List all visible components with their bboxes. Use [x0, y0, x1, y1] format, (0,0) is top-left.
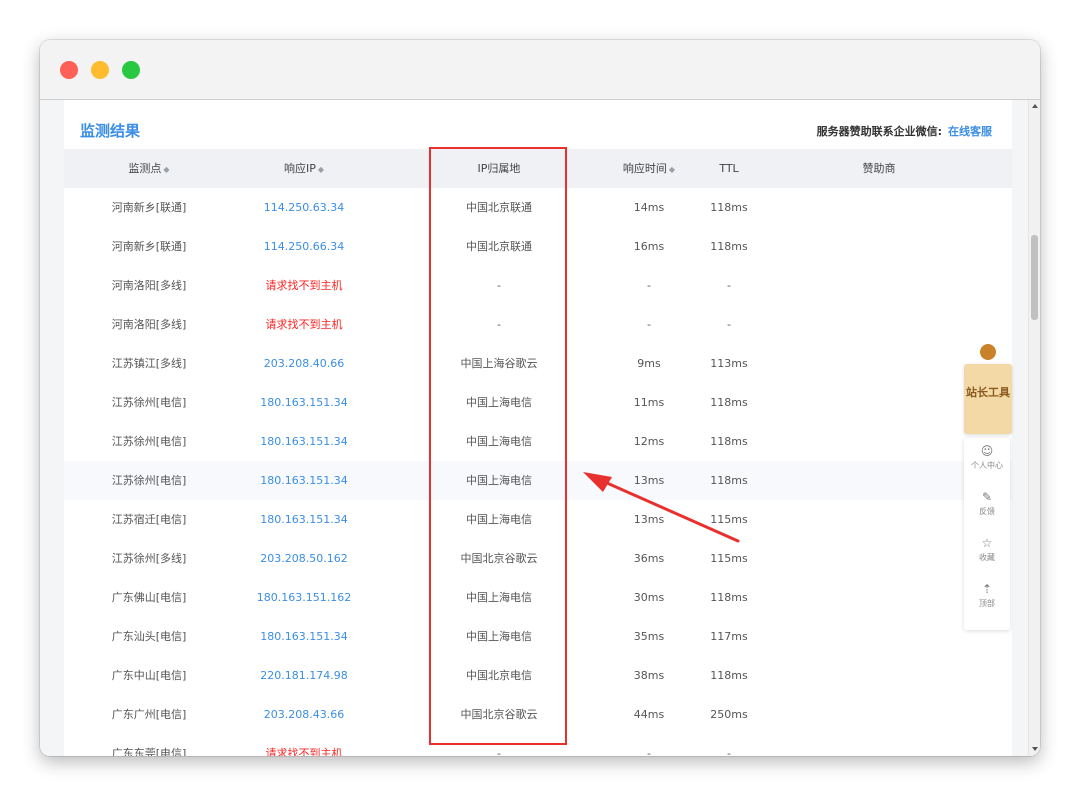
tools-item-label: 反馈 [979, 507, 995, 516]
tools-menu: ☺ 个人中心 ✎ 反馈 ☆ 收藏 ⇡ 顶部 [964, 438, 1010, 630]
webmaster-tools-label: 站长工具 [966, 386, 1010, 399]
user-icon: ☺ [980, 444, 994, 458]
tools-item-feedback[interactable]: ✎ 反馈 [964, 484, 1010, 530]
tools-item-favorite[interactable]: ☆ 收藏 [964, 530, 1010, 576]
feedback-icon: ✎ [981, 490, 993, 504]
tools-item-label: 顶部 [979, 599, 995, 608]
tools-item-label: 收藏 [979, 553, 995, 562]
favorite-icon: ☆ [981, 536, 993, 550]
webmaster-tools-button[interactable]: 站长工具 [964, 364, 1012, 434]
tools-item-user-center[interactable]: ☺ 个人中心 [964, 438, 1010, 484]
top-icon: ⇡ [981, 582, 993, 596]
annotation-arrow-icon [583, 472, 740, 543]
tools-item-top[interactable]: ⇡ 顶部 [964, 576, 1010, 622]
crown-badge-icon [980, 344, 996, 360]
tools-item-label: 个人中心 [971, 461, 1003, 470]
webmaster-tools-widget: 站长工具 ☺ 个人中心 ✎ 反馈 ☆ 收藏 ⇡ 顶部 [964, 344, 1012, 630]
